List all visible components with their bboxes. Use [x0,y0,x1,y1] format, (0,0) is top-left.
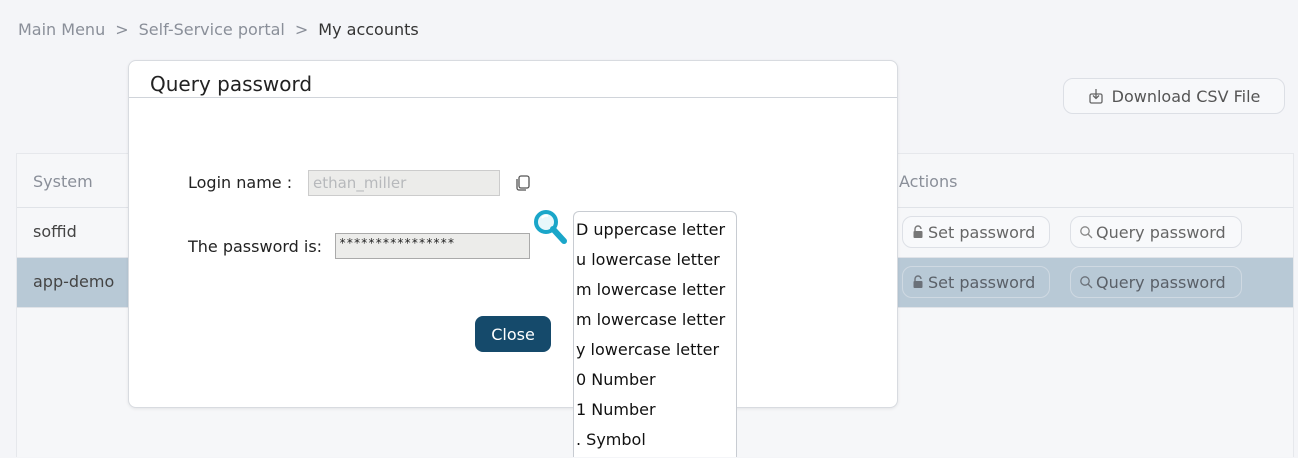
breadcrumb-main-menu[interactable]: Main Menu [18,20,105,39]
breadcrumb-my-accounts: My accounts [318,20,419,39]
login-name-field[interactable]: ethan_miller [308,170,500,196]
hint-item: u lowercase letter [576,250,720,269]
set-password-button[interactable]: Set password [902,266,1050,298]
set-password-button[interactable]: Set password [902,216,1050,248]
breadcrumb: Main Menu > Self-Service portal > My account… [18,20,419,39]
lock-icon [913,275,923,288]
search-icon [1080,226,1093,239]
hint-item: D uppercase letter [576,220,726,239]
system-cell: app-demo [33,272,115,291]
breadcrumb-separator: > [115,20,129,39]
download-csv-button[interactable]: Download CSV File [1063,78,1285,114]
search-icon [1080,276,1093,289]
password-hint-popup: D uppercase letter u lowercase letter m … [573,211,737,457]
breadcrumb-separator: > [294,20,309,39]
password-field[interactable]: **************** [335,233,530,259]
query-password-dialog: Query password Login name : ethan_miller… [128,60,898,408]
magnifier-icon[interactable] [533,209,567,245]
dialog-divider [129,97,897,98]
hint-item: 1 Number [576,400,656,419]
system-cell: soffid [33,222,77,241]
breadcrumb-self-service-portal[interactable]: Self-Service portal [139,20,285,39]
hint-item: 0 Number [576,370,656,389]
query-password-button[interactable]: Query password [1070,216,1242,248]
query-password-label: Query password [1096,272,1226,292]
query-password-button[interactable]: Query password [1070,266,1242,298]
download-icon [1088,89,1103,104]
lock-icon [913,225,923,238]
column-header-actions: Actions [899,172,958,191]
password-label: The password is: [188,237,323,256]
query-password-label: Query password [1096,222,1226,242]
copy-icon[interactable] [515,173,531,191]
close-button[interactable]: Close [475,316,551,352]
download-csv-label: Download CSV File [1111,86,1261,106]
set-password-label: Set password [928,222,1036,242]
set-password-label: Set password [928,272,1036,292]
hint-item: m lowercase letter [576,280,726,299]
dialog-title: Query password [150,72,313,96]
hint-item: m lowercase letter [576,310,726,329]
hint-item: . Symbol [576,430,646,449]
login-name-label: Login name : [188,173,293,192]
column-header-system[interactable]: System [33,172,93,191]
hint-item: y lowercase letter [576,340,720,359]
